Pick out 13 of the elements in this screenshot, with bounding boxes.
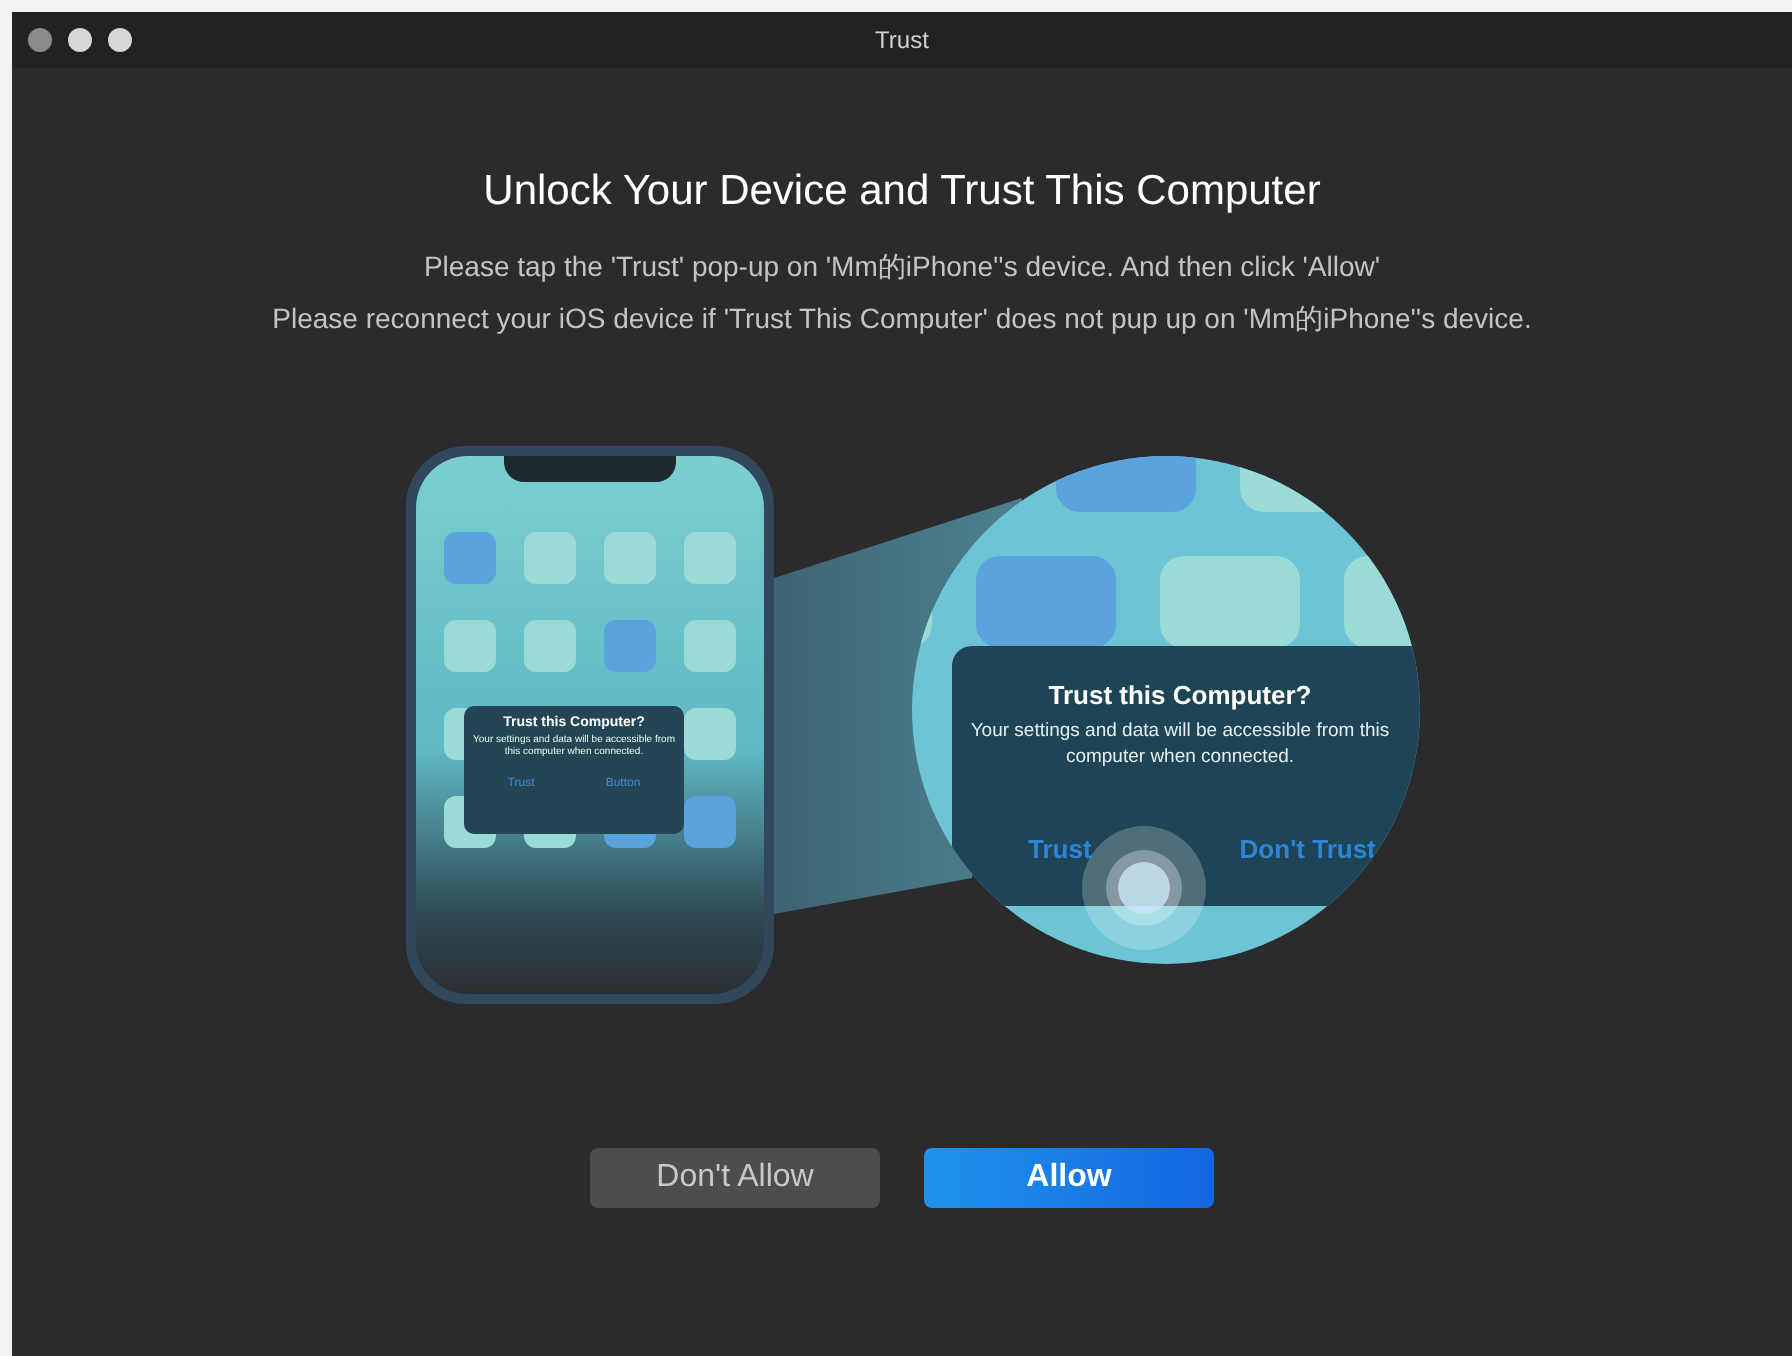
dialog-message: Your settings and data will be accessible from this computer when connected.: [968, 718, 1392, 770]
instruction-text: Please tap the 'Trust' pop-up on 'Mm的iPhone''s device. And then click 'Allow': [421, 248, 1383, 286]
zoom-icon[interactable]: [108, 28, 132, 52]
dont-allow-button[interactable]: Don't Allow: [590, 1148, 880, 1208]
dialog-option-label: Trust: [1028, 834, 1092, 864]
window-title: Trust: [875, 26, 929, 54]
heading: Unlock Your Device and Trust This Computer: [483, 168, 1321, 216]
instruction-text: Please reconnect your iOS device if 'Trust This Computer' does not pup up on 'Mm的iPhone''s device.: [272, 300, 1532, 338]
close-icon[interactable]: [28, 28, 52, 52]
dialog-title: Trust this Computer?: [1046, 680, 1314, 710]
dialog-option-label: Don't Trust: [1239, 834, 1376, 864]
allow-button[interactable]: Allow: [924, 1148, 1214, 1208]
minimize-icon[interactable]: [68, 28, 92, 52]
